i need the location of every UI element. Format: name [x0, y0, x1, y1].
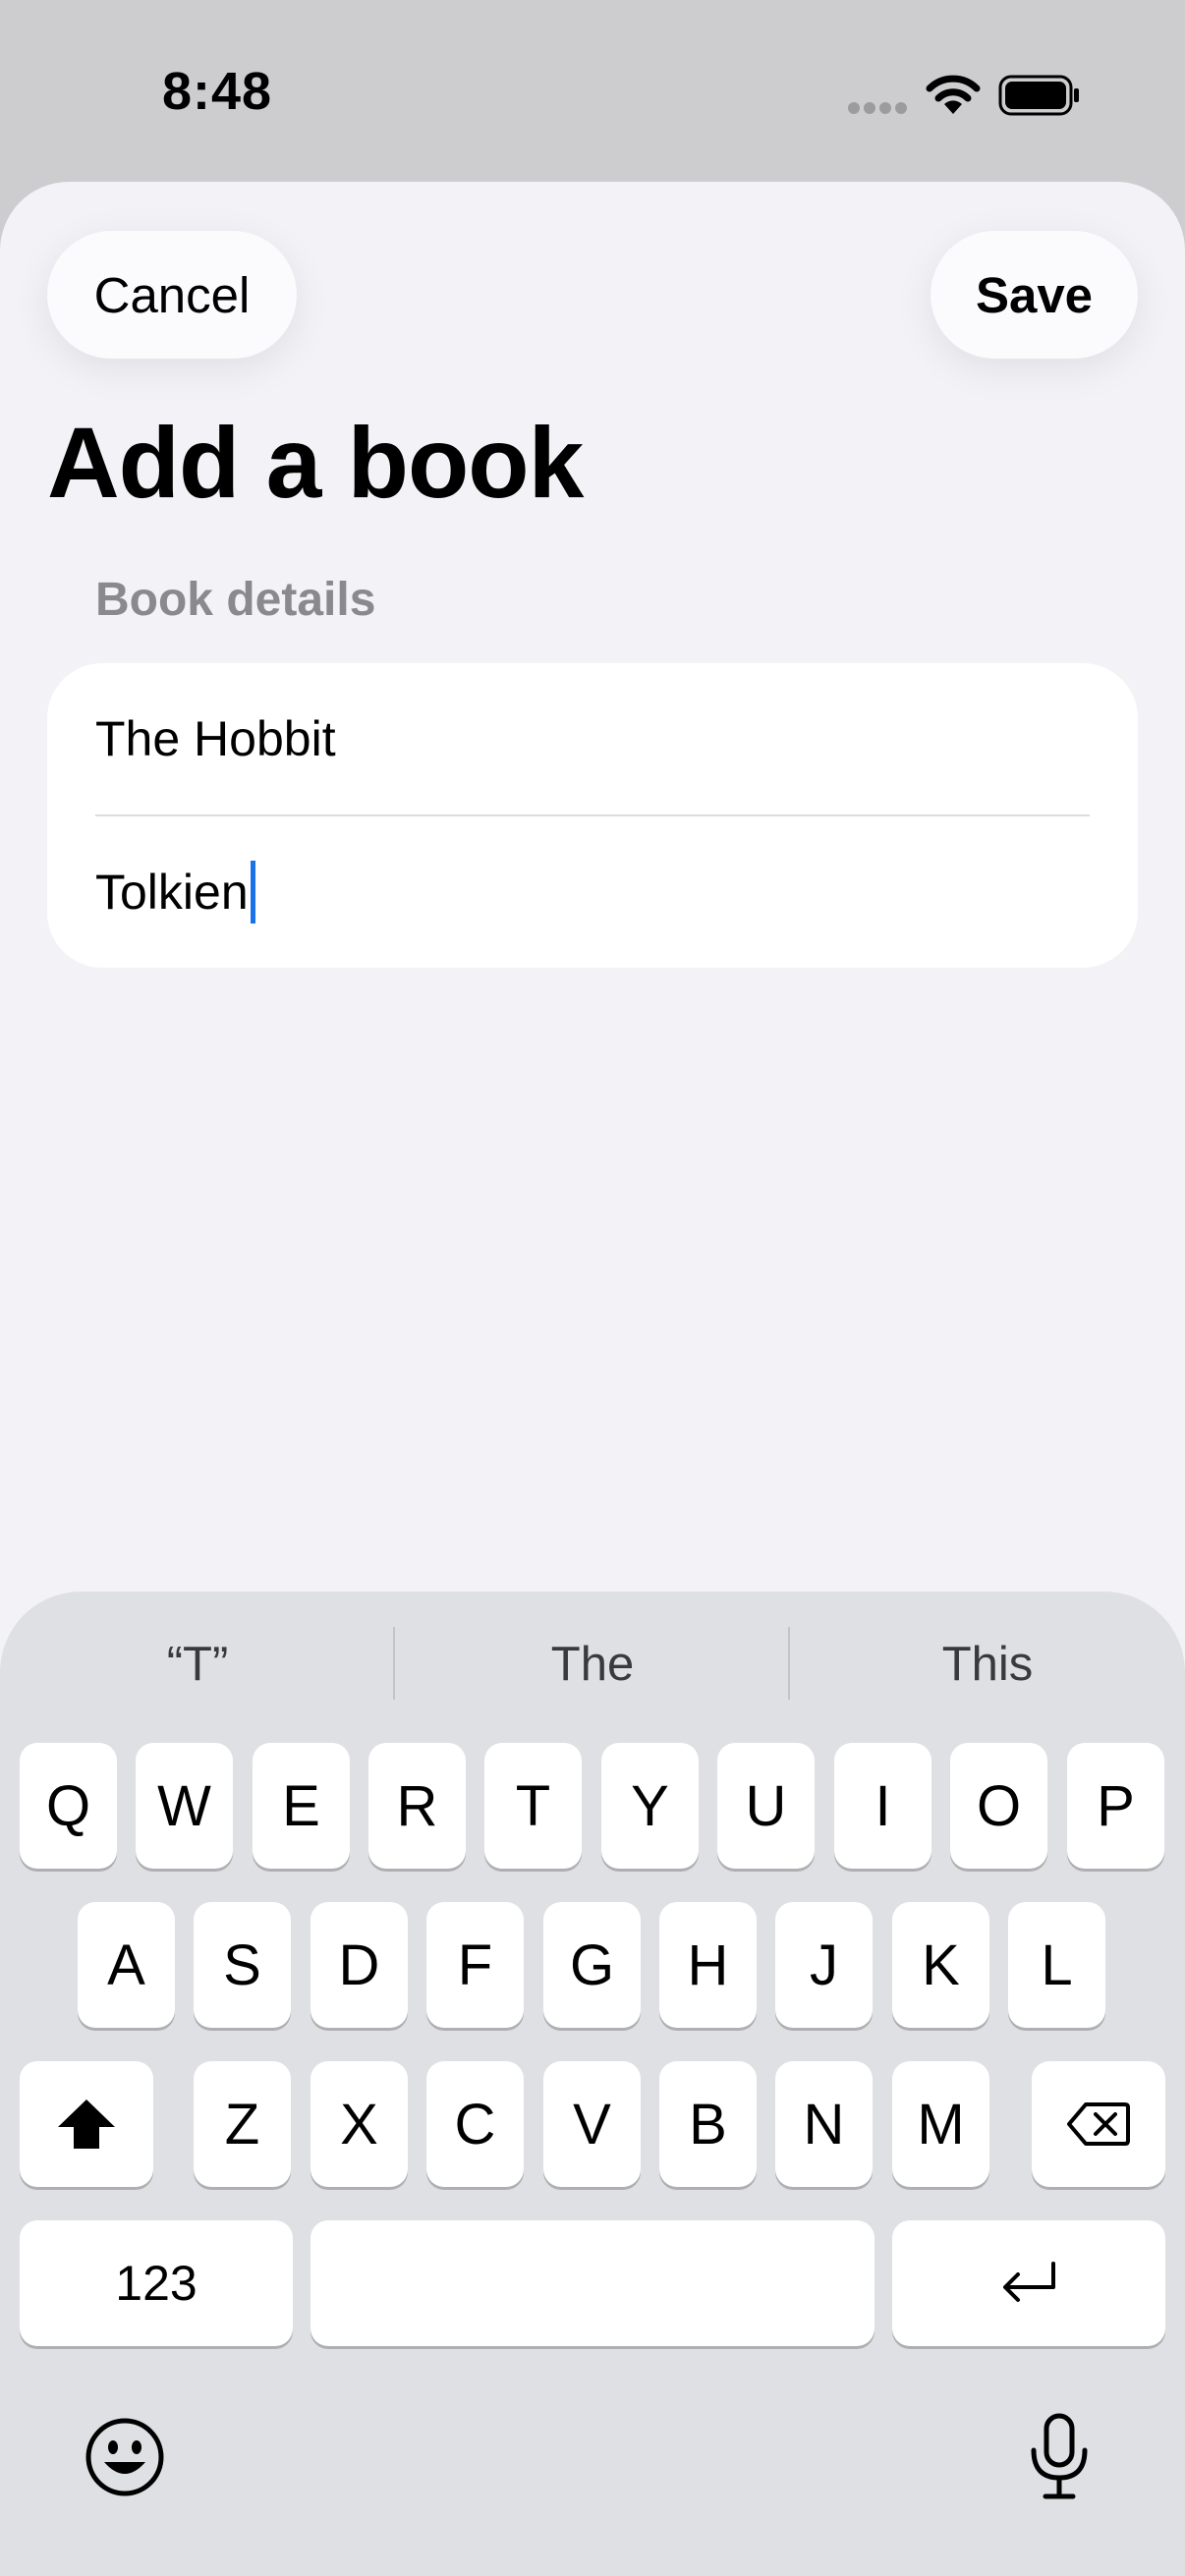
emoji-icon[interactable] — [85, 2417, 165, 2497]
book-title-value: The Hobbit — [95, 711, 336, 766]
book-details-card: The Hobbit Tolkien — [47, 663, 1138, 968]
numbers-key[interactable]: 123 — [20, 2220, 293, 2346]
key-s[interactable]: S — [194, 1902, 291, 2028]
key-j[interactable]: J — [775, 1902, 873, 2028]
key-d[interactable]: D — [310, 1902, 408, 2028]
key-a[interactable]: A — [78, 1902, 175, 2028]
page-title: Add a book — [47, 407, 584, 519]
key-m[interactable]: M — [892, 2061, 989, 2187]
keyboard: “T” The This Q W E R T Y U I O P A S D F… — [0, 1592, 1185, 2576]
status-time: 8:48 — [162, 62, 273, 121]
key-b[interactable]: B — [659, 2061, 757, 2187]
key-k[interactable]: K — [892, 1902, 989, 2028]
section-header: Book details — [95, 574, 376, 626]
key-i[interactable]: I — [834, 1743, 931, 1869]
key-f[interactable]: F — [426, 1902, 524, 2028]
suggestion-1[interactable]: “T” — [0, 1625, 395, 1704]
microphone-icon[interactable] — [1026, 2413, 1093, 2501]
shift-icon — [58, 2100, 115, 2149]
suggestion-2[interactable]: The — [395, 1625, 790, 1704]
wifi-icon — [926, 75, 981, 114]
return-key[interactable] — [892, 2220, 1165, 2346]
text-cursor — [250, 861, 255, 924]
key-c[interactable]: C — [426, 2061, 524, 2187]
key-o[interactable]: O — [950, 1743, 1047, 1869]
key-e[interactable]: E — [253, 1743, 350, 1869]
key-p[interactable]: P — [1067, 1743, 1164, 1869]
shift-key[interactable] — [20, 2061, 153, 2187]
key-q[interactable]: Q — [20, 1743, 117, 1869]
key-v[interactable]: V — [543, 2061, 641, 2187]
battery-icon — [998, 75, 1079, 116]
save-button[interactable]: Save — [931, 231, 1138, 359]
key-h[interactable]: H — [659, 1902, 757, 2028]
space-bar[interactable] — [310, 2220, 875, 2346]
suggestion-3[interactable]: This — [790, 1625, 1185, 1704]
key-u[interactable]: U — [717, 1743, 815, 1869]
cancel-button[interactable]: Cancel — [47, 231, 297, 359]
status-bar: 8:48 — [0, 0, 1185, 182]
key-z[interactable]: Z — [194, 2061, 291, 2187]
book-title-field[interactable]: The Hobbit — [95, 663, 1090, 814]
key-y[interactable]: Y — [601, 1743, 699, 1869]
return-icon — [1003, 2262, 1055, 2302]
author-field[interactable]: Tolkien — [95, 816, 1090, 968]
key-l[interactable]: L — [1008, 1902, 1105, 2028]
key-x[interactable]: X — [310, 2061, 408, 2187]
key-t[interactable]: T — [484, 1743, 582, 1869]
author-value: Tolkien — [95, 865, 249, 920]
key-n[interactable]: N — [775, 2061, 873, 2187]
cellular-signal-icon — [848, 102, 907, 114]
delete-icon — [1067, 2102, 1130, 2146]
key-r[interactable]: R — [368, 1743, 466, 1869]
key-g[interactable]: G — [543, 1902, 641, 2028]
key-w[interactable]: W — [136, 1743, 233, 1869]
delete-key[interactable] — [1032, 2061, 1165, 2187]
